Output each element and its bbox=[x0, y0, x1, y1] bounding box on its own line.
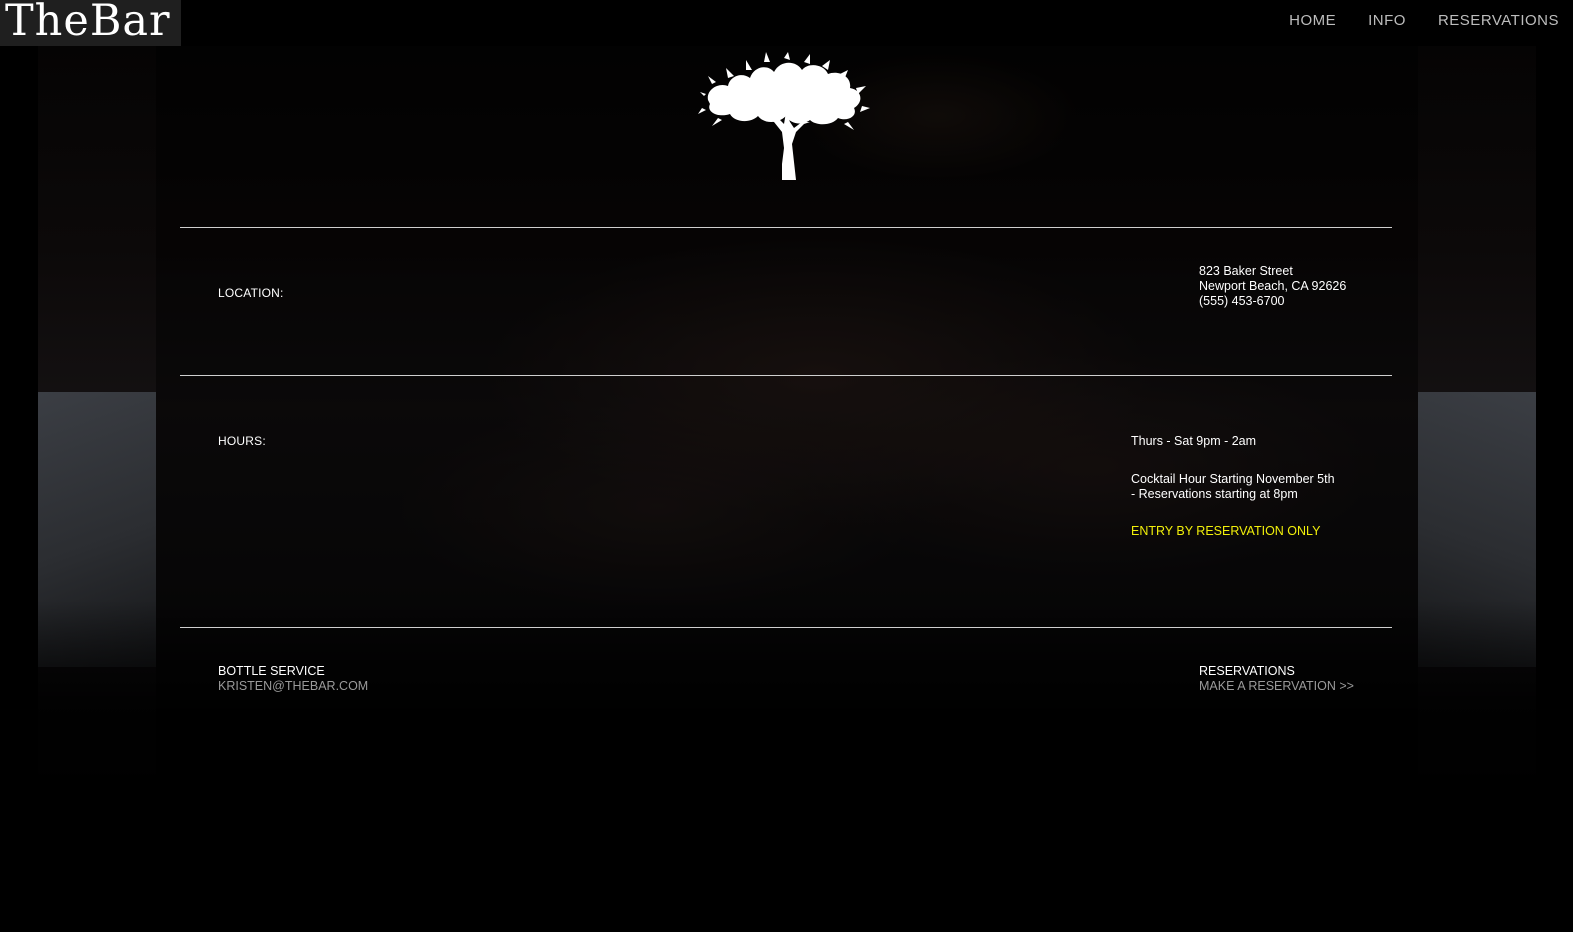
reservations-block: RESERVATIONS MAKE A RESERVATION >> bbox=[1199, 664, 1354, 694]
nav-home[interactable]: HOME bbox=[1289, 12, 1336, 29]
entry-notice: ENTRY BY RESERVATION ONLY bbox=[1131, 524, 1321, 538]
hours-schedule: Thurs - Sat 9pm - 2am bbox=[1131, 434, 1257, 448]
bottle-service-block: BOTTLE SERVICE KRISTEN@THEBAR.COM bbox=[218, 664, 368, 694]
tree-icon bbox=[698, 52, 870, 180]
hours-label: HOURS: bbox=[218, 434, 266, 448]
divider-middle bbox=[180, 375, 1392, 376]
nav-info[interactable]: INFO bbox=[1368, 12, 1406, 29]
location-label: LOCATION: bbox=[218, 286, 284, 300]
location-address: 823 Baker Street Newport Beach, CA 92626… bbox=[1199, 264, 1346, 309]
bottle-service-email[interactable]: KRISTEN@THEBAR.COM bbox=[218, 679, 368, 694]
divider-top bbox=[180, 227, 1392, 228]
hours-note: Cocktail Hour Starting November 5th - Re… bbox=[1131, 472, 1335, 502]
reservations-label: RESERVATIONS bbox=[1199, 664, 1295, 678]
nav-reservations[interactable]: RESERVATIONS bbox=[1438, 12, 1559, 29]
page: TheBar HOME INFO RESERVATIONS LOCATION: … bbox=[0, 0, 1573, 932]
logo-text: TheBar bbox=[5, 0, 171, 46]
address-phone[interactable]: (555) 453-6700 bbox=[1199, 294, 1346, 309]
main-nav: HOME INFO RESERVATIONS bbox=[1289, 12, 1559, 29]
address-city: Newport Beach, CA 92626 bbox=[1199, 279, 1347, 293]
bottle-service-label: BOTTLE SERVICE bbox=[218, 664, 325, 678]
logo[interactable]: TheBar bbox=[0, 0, 181, 46]
hours-note-line2: - Reservations starting at 8pm bbox=[1131, 487, 1298, 501]
make-reservation-link[interactable]: MAKE A RESERVATION >> bbox=[1199, 679, 1354, 694]
hours-note-line1: Cocktail Hour Starting November 5th bbox=[1131, 472, 1335, 486]
address-street: 823 Baker Street bbox=[1199, 264, 1293, 278]
divider-bottom bbox=[180, 627, 1392, 628]
site-header: TheBar HOME INFO RESERVATIONS bbox=[0, 0, 1573, 46]
